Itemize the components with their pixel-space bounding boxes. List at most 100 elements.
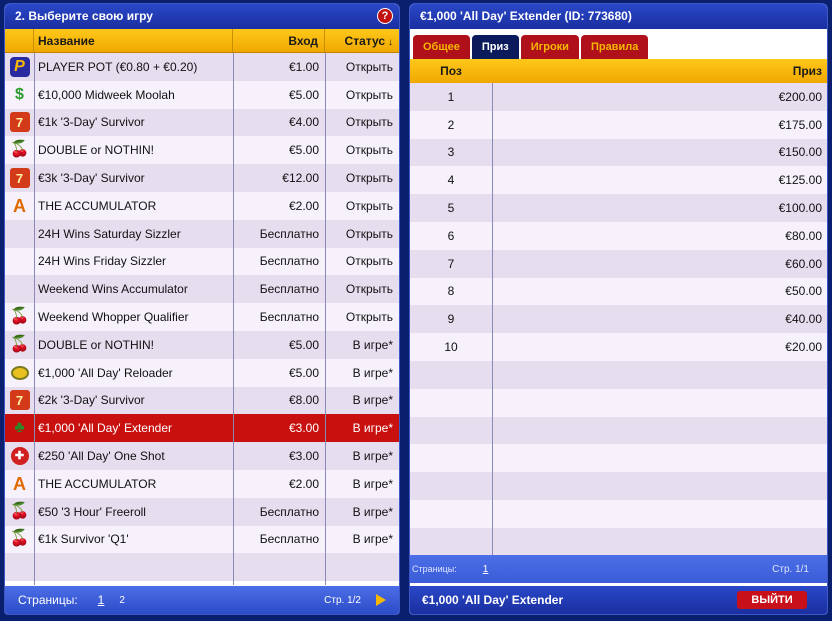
game-entry-fee: €5.00 <box>288 337 319 352</box>
game-list-pagination: Страницы: 1 2 Стр. 1/2 <box>5 586 399 614</box>
game-entry-fee: €2.00 <box>288 476 319 491</box>
page-info: Стр. 1/1 <box>772 563 809 575</box>
game-name: DOUBLE or NOTHIN! <box>38 143 155 158</box>
game-row[interactable]: ✚ €250 'All Day' One Shot €3.00 В игре* <box>5 442 399 470</box>
prize-position: 1 <box>447 89 455 104</box>
column-divider <box>34 53 35 585</box>
coin-icon <box>10 365 29 380</box>
empty-row <box>410 499 827 528</box>
game-status: В игре* <box>352 504 393 519</box>
game-entry-fee: Бесплатно <box>259 310 319 325</box>
game-row[interactable]: 24H Wins Saturday Sizzler Бесплатно Открыт… <box>5 219 399 248</box>
game-row[interactable]: 7 €3k '3-Day' Survivor €12.00 Открыть <box>5 164 399 192</box>
money-icon: $ <box>15 85 24 103</box>
prize-row: 5 €100.00 <box>410 194 827 222</box>
game-entry-fee: €8.00 <box>288 393 319 408</box>
game-status: В игре* <box>352 337 393 352</box>
empty-row <box>5 553 399 582</box>
entry-column-header[interactable]: Вход <box>233 29 325 52</box>
game-entry-fee: Бесплатно <box>259 532 319 547</box>
column-divider <box>233 53 234 585</box>
sort-down-icon: ↓ <box>388 37 393 48</box>
prize-amount: €100.00 <box>778 201 822 216</box>
pages-label: Страницы: <box>18 593 78 607</box>
prize-position: 5 <box>447 201 455 216</box>
page-1-link[interactable]: 1 <box>98 593 105 607</box>
game-row[interactable]: 🍒 Weekend Whopper Qualifier Бесплатно Откры… <box>5 303 399 331</box>
game-name: €1k Survivor 'Q1' <box>38 532 129 547</box>
prize-position: 8 <box>447 284 455 299</box>
game-name: €1,000 'All Day' Extender <box>38 421 172 436</box>
game-status: Открыть <box>345 254 393 269</box>
game-row[interactable]: A THE ACCUMULATOR €2.00 В игре* <box>5 469 399 498</box>
game-row[interactable]: A THE ACCUMULATOR €2.00 Открыть <box>5 191 399 220</box>
game-row[interactable]: 🍒 €50 '3 Hour' Freeroll Бесплатно В игре* <box>5 497 399 526</box>
game-row[interactable]: $ €10,000 Midweek Moolah €5.00 Открыть <box>5 80 399 109</box>
game-row[interactable]: 🍒 €1k Survivor 'Q1' Бесплатно В игре* <box>5 525 399 554</box>
game-name: €1k '3-Day' Survivor <box>38 115 145 130</box>
prize-row: 2 €175.00 <box>410 110 827 139</box>
prize-row: 10 €20.00 <box>410 333 827 361</box>
game-row[interactable]: Weekend Wins Accumulator Бесплатно Открыть <box>5 275 399 304</box>
name-column-header[interactable]: Название <box>34 29 233 52</box>
leaf-icon: ♣ <box>14 419 25 437</box>
game-name: THE ACCUMULATOR <box>38 198 157 213</box>
prize-column-header: Приз <box>792 64 822 78</box>
game-row[interactable]: 7 €1k '3-Day' Survivor €4.00 Открыть <box>5 108 399 137</box>
prize-amount: €200.00 <box>778 89 822 104</box>
game-name: 24H Wins Saturday Sizzler <box>38 226 181 241</box>
empty-row <box>410 360 827 389</box>
game-name: €2k '3-Day' Survivor <box>38 393 145 408</box>
game-entry-fee: €12.00 <box>282 171 319 186</box>
game-entry-fee: Бесплатно <box>259 282 319 297</box>
game-status: В игре* <box>352 421 393 436</box>
game-entry-fee: Бесплатно <box>259 254 319 269</box>
game-name: Weekend Whopper Qualifier <box>38 310 189 325</box>
page-2-link[interactable]: 2 <box>119 595 125 606</box>
game-row[interactable]: 🍒 DOUBLE or NOTHIN! €5.00 В игре* <box>5 330 399 359</box>
page-1-link[interactable]: 1 <box>483 564 489 575</box>
selected-tournament-name: €1,000 'All Day' Extender <box>422 593 564 607</box>
game-entry-fee: Бесплатно <box>259 226 319 241</box>
status-column-header[interactable]: Статус ↓ <box>325 29 399 52</box>
game-status: Открыть <box>345 115 393 130</box>
accumulator-icon: A <box>13 195 26 216</box>
seven-icon: 7 <box>9 112 30 133</box>
game-status: В игре* <box>352 532 393 547</box>
game-entry-fee: €1.00 <box>288 59 319 74</box>
prize-amount: €20.00 <box>785 340 822 355</box>
game-list-column-headers: Название Вход Статус ↓ <box>5 29 399 53</box>
empty-row <box>410 472 827 500</box>
help-icon[interactable]: ? <box>377 8 393 24</box>
game-entry-fee: €3.00 <box>288 449 319 464</box>
next-page-arrow-icon[interactable] <box>376 594 386 606</box>
game-row[interactable]: P PLAYER POT (€0.80 + €0.20) €1.00 Открыть <box>5 53 399 81</box>
game-status: В игре* <box>352 365 393 380</box>
game-row[interactable]: 24H Wins Friday Sizzler Бесплатно Открыть <box>5 247 399 276</box>
game-row[interactable]: 🍒 DOUBLE or NOTHIN! €5.00 Открыть <box>5 136 399 165</box>
game-row[interactable]: 7 €2k '3-Day' Survivor €8.00 В игре* <box>5 386 399 415</box>
game-status: Открыть <box>345 171 393 186</box>
game-name: €1,000 'All Day' Reloader <box>38 365 173 380</box>
game-entry-fee: €2.00 <box>288 198 319 213</box>
tab-rules[interactable]: Правила <box>580 35 649 59</box>
prize-position: 2 <box>447 117 455 132</box>
game-row[interactable]: ♣ €1,000 'All Day' Extender €3.00 В игре* <box>5 414 399 443</box>
tournament-detail-panel: €1,000 'All Day' Extender (ID: 773680) О… <box>409 3 828 615</box>
game-status: Открыть <box>345 59 393 74</box>
game-name: Weekend Wins Accumulator <box>38 282 188 297</box>
exit-button[interactable]: ВЫЙТИ <box>737 591 807 609</box>
empty-row <box>410 388 827 417</box>
tournament-detail-header: €1,000 'All Day' Extender (ID: 773680) <box>410 4 827 29</box>
empty-row <box>410 444 827 473</box>
game-status: Открыть <box>345 143 393 158</box>
game-row[interactable]: €1,000 'All Day' Reloader €5.00 В игре* <box>5 358 399 387</box>
tab-general[interactable]: Общее <box>413 35 470 59</box>
prize-amount: €40.00 <box>785 312 822 327</box>
tab-players[interactable]: Игроки <box>520 35 579 59</box>
prize-row: 7 €60.00 <box>410 249 827 278</box>
accumulator-icon: A <box>13 473 26 494</box>
tab-prize[interactable]: Приз <box>471 35 519 59</box>
prize-amount: €50.00 <box>785 284 822 299</box>
prize-position: 9 <box>447 312 455 327</box>
